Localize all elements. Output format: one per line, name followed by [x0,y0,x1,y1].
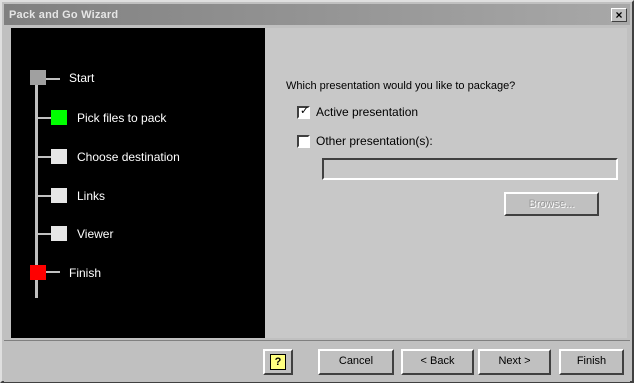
step-links-label: Links [77,189,106,203]
step-choose-destination-marker [51,149,67,164]
wizard-content-panel: Which presentation would you like to pac… [265,28,627,338]
step-finish-label: Finish [69,266,102,280]
other-presentation-label[interactable]: Other presentation(s): [316,134,433,148]
active-presentation-checkbox[interactable]: ✓ [297,104,310,119]
active-presentation-option[interactable]: ✓ Active presentation [297,105,418,119]
step-connector [35,156,51,158]
help-icon: ? [270,354,286,370]
package-question: Which presentation would you like to pac… [286,80,516,92]
step-pick-files-marker [51,110,67,125]
wizard-button-bar: ? Cancel < Back Next > Finish [4,340,630,382]
pack-and-go-wizard-window: Pack and Go Wizard × Start Pick files to… [0,0,634,383]
other-presentation-path-field[interactable] [322,158,618,180]
other-presentation-checkbox[interactable] [297,134,310,148]
checkmark-icon: ✓ [300,104,310,117]
back-button[interactable]: < Back [401,349,474,375]
close-icon: × [615,7,623,22]
help-button[interactable]: ? [263,349,293,375]
step-links-marker [51,188,67,203]
window-title: Pack and Go Wizard [9,8,119,21]
active-presentation-label[interactable]: Active presentation [316,105,418,119]
step-connector [35,233,51,235]
step-finish-marker [30,265,46,280]
finish-button[interactable]: Finish [559,349,624,375]
step-start-label: Start [69,71,95,85]
step-connector [35,117,51,119]
step-viewer-marker [51,226,67,241]
cancel-button[interactable]: Cancel [318,349,394,375]
other-presentation-option[interactable]: Other presentation(s): [297,134,433,148]
title-bar[interactable]: Pack and Go Wizard × [4,4,630,25]
step-start-marker [30,70,46,85]
step-connector [46,78,60,80]
wizard-steps-panel: Start Pick files to pack Choose destinat… [11,28,265,338]
step-connector [35,195,51,197]
step-connector [46,271,60,273]
next-button[interactable]: Next > [478,349,551,375]
close-button[interactable]: × [611,7,627,22]
step-choose-destination-label: Choose destination [77,150,180,164]
step-viewer-label: Viewer [77,227,114,241]
step-pick-files-label: Pick files to pack [77,111,167,125]
browse-button[interactable]: Browse... [504,192,599,216]
